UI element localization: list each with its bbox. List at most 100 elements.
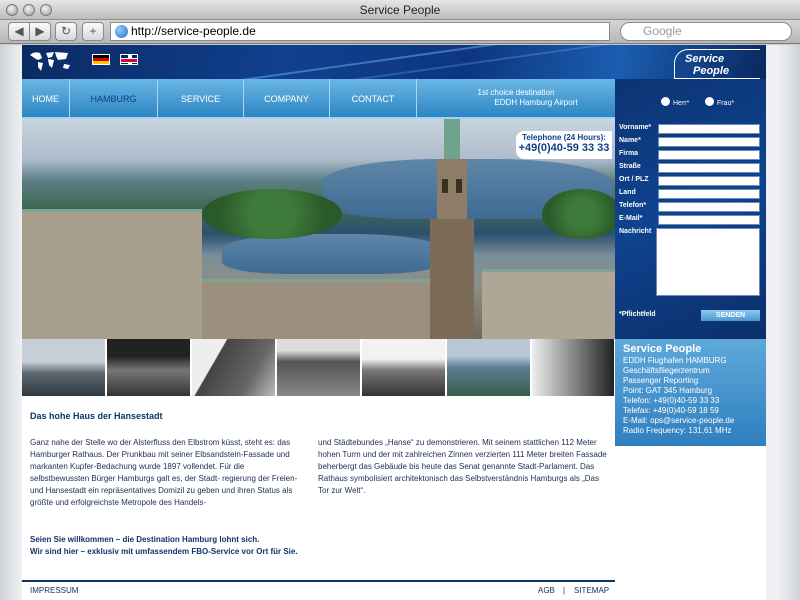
welcome-line1: Seien Sie willkommen – die Destination H… [30,535,260,544]
field-label-land: Land [619,189,636,196]
radio-frequency: Radio Frequency: 131,61 MHz [623,426,732,435]
thumbnail-church[interactable] [277,339,361,396]
uk-flag-icon[interactable] [120,54,138,65]
reload-button[interactable]: ↻ [55,22,77,41]
thumbnail-strip [22,339,615,396]
zoom-window-button[interactable] [40,4,52,16]
thumbnail-ship[interactable] [107,339,191,396]
plus-icon: + [89,24,97,38]
message-textarea[interactable] [656,228,760,296]
contact-line: EDDH Flughafen HAMBURG [623,356,727,365]
telefon-input[interactable] [658,202,760,212]
nav-company[interactable]: COMPANY [244,79,330,119]
welcome-line2: Wir sind hier – exklusiv mit umfassendem… [30,547,298,556]
footer-impressum-link[interactable]: IMPRESSUM [30,586,78,595]
field-label-email: E-Mail* [619,215,643,222]
close-window-button[interactable] [6,4,18,16]
email-link[interactable]: ops@service-people.de [650,416,734,425]
river-shape [222,234,442,274]
nav-home[interactable]: HOME [22,79,70,119]
contact-line: Passenger Reporting [623,376,699,385]
contact-line: Geschäftsfliegerzentrum [623,366,710,375]
destination-line2: EDDH Hamburg Airport [494,98,578,107]
email-input[interactable] [658,215,760,225]
ort-plz-input[interactable] [658,176,760,186]
phone-box: Telephone (24 Hours): +49(0)40-59 33 33 [516,131,612,159]
main-nav: HOME HAMBURG SERVICE COMPANY CONTACT 1st… [22,79,615,119]
nav-contact[interactable]: CONTACT [330,79,417,119]
contact-info-panel: Service People EDDH Flughafen HAMBURG Ge… [615,339,766,446]
hero-image: Telephone (24 Hours): +49(0)40-59 33 33 [22,119,615,339]
window-title: Service People [359,3,441,17]
phone-number[interactable]: +49(0)40-59 33 33 [516,142,612,154]
contact-title: Service People [623,343,702,355]
world-map-icon [30,52,70,71]
vorname-input[interactable] [658,124,760,134]
strasse-input[interactable] [658,163,760,173]
contact-form: Herr* Frau* Vorname* Name* Firma Straße … [615,79,766,339]
footer-agb-link[interactable]: AGB [538,586,555,595]
city-hall-tower [430,119,474,339]
site-logo[interactable]: Service People [674,49,760,79]
window-titlebar: Service People [0,0,800,20]
salutation-ms-label: Frau* [717,100,735,107]
reload-icon: ↻ [60,24,72,38]
search-placeholder: Google [643,24,682,38]
salutation-mr-label: Herr* [673,100,690,107]
content-column-2: und Städtebundes „Hanse“ zu demonstriere… [318,438,607,495]
logo-line2: People [693,65,730,77]
field-label-vorname: Vorname* [619,124,652,131]
nav-destination: 1st choice destination EDDH Hamburg Airp… [417,88,615,108]
address-url: http://service-people.de [131,24,256,38]
site-header: Service People [22,45,766,79]
buildings-left [22,209,202,339]
contact-line: Telefon: +49(0)40-59 33 33 [623,396,720,405]
globe-icon [115,25,128,38]
trees-shape-right [542,189,615,239]
contact-line: Point: GAT 345 Hamburg [623,386,713,395]
browser-toolbar: ◀ ▶ ↻ + http://service-people.de Google [0,20,800,44]
firma-input[interactable] [658,150,760,160]
back-arrow-icon: ◀ [14,24,24,38]
add-bookmark-button[interactable]: + [82,22,104,41]
forward-button[interactable]: ▶ [29,22,51,41]
search-field[interactable]: Google [620,22,792,41]
field-label-strasse: Straße [619,163,641,170]
logo-line1: Service [685,53,725,65]
field-label-nachricht: Nachricht [619,228,652,235]
thumbnail-airplane[interactable] [22,339,106,396]
nav-hamburg[interactable]: HAMBURG [70,79,158,119]
salutation-mr-radio[interactable]: Herr* [661,97,689,107]
send-button[interactable]: SENDEN [701,310,760,321]
footer-sitemap-link[interactable]: SITEMAP [574,586,609,595]
name-input[interactable] [658,137,760,147]
required-note: *Pflichtfeld [619,311,656,318]
thumbnail-city-hall[interactable] [447,339,531,396]
thumbnail-street[interactable] [532,339,615,396]
page-viewport: Service People HOME HAMBURG SERVICE COMP… [0,45,800,600]
destination-line1: 1st choice destination [477,88,555,97]
forward-arrow-icon: ▶ [35,24,45,38]
land-input[interactable] [658,189,760,199]
page: Service People HOME HAMBURG SERVICE COMP… [22,45,766,600]
nav-service[interactable]: SERVICE [158,79,244,119]
back-button[interactable]: ◀ [8,22,30,41]
minimize-window-button[interactable] [23,4,35,16]
german-flag-icon[interactable] [92,54,110,65]
footer-separator: | [563,586,566,595]
phone-label: Telephone (24 Hours): [522,133,606,142]
field-label-telefon: Telefon* [619,202,647,209]
welcome-text: Seien Sie willkommen – die Destination H… [30,534,590,558]
contact-line: Telefax: +49(0)40-59 18 59 [623,406,719,415]
site-footer: IMPRESSUM AGB | SITEMAP [22,580,615,600]
content-column-1: Ganz nahe der Stelle wo der Alsterfluss … [30,438,298,507]
salutation-ms-radio[interactable]: Frau* [705,97,734,107]
field-label-name: Name* [619,137,641,144]
thumbnail-warehouse[interactable] [362,339,446,396]
content-title: Das hohe Haus der Hansestadt [30,411,163,421]
trees-shape [202,189,342,239]
address-bar[interactable]: http://service-people.de [110,22,610,41]
email-prefix: E-Mail: [623,416,651,425]
thumbnail-building[interactable] [192,339,276,396]
buildings-right [482,269,615,339]
